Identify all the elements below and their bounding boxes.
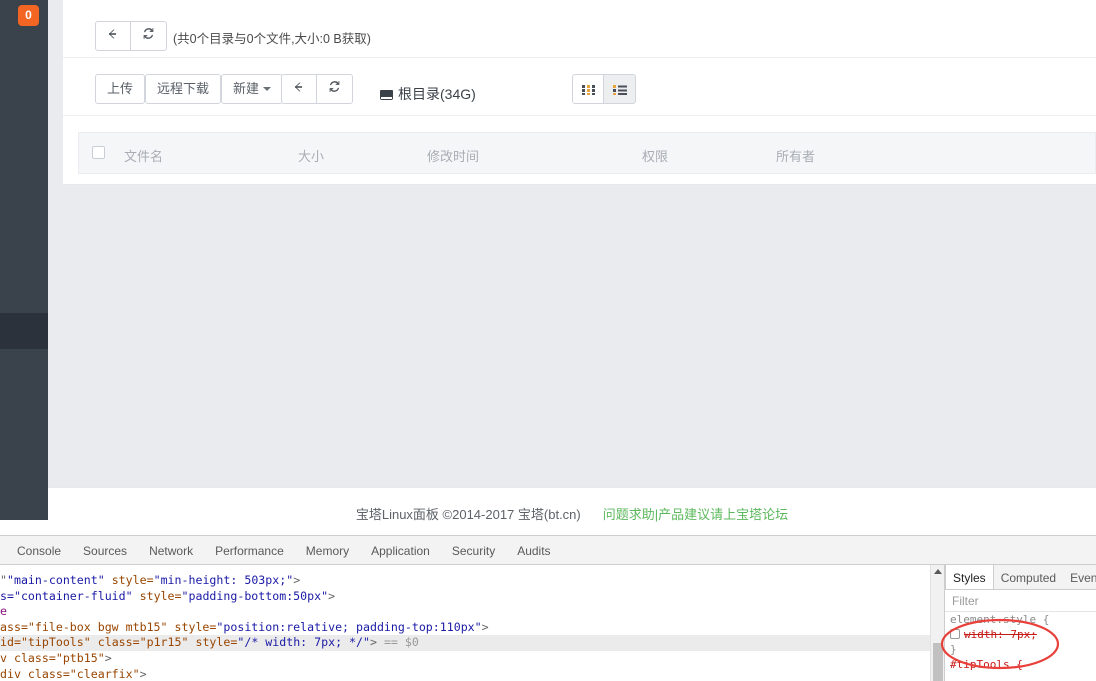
style-rule-tiptools: #tipTools { [950,658,1023,671]
footer-copyright: 宝塔Linux面板 ©2014-2017 宝塔(bt.cn) [355,507,581,522]
dom-line-selected[interactable]: id="tipTools" class="p1r15" style="/* wi… [0,635,930,651]
refresh-icon [143,28,154,39]
left-sidebar: 0 [0,0,48,535]
dom-line[interactable]: v class="ptb15"> [0,651,930,667]
dom-attr-style-value: "/* width: 7px; */" [237,635,370,650]
devtools-tabs: Console Sources Network Performance Memory Ap… [6,536,562,564]
dom-line[interactable]: ""main-content" style="min-height: 503px… [0,573,930,589]
browser-page: 0 (共0个目录与0个文件,大小:0 B获取) 上传 远程下载 新建 根目录(3… [0,0,1096,535]
styles-tab-event-listeners[interactable]: Event L [1063,565,1096,589]
dom-line[interactable]: div class="clearfix"> [0,667,930,681]
devtools-tab-memory[interactable]: Memory [295,536,360,564]
dom-attr-class: div class="clearfix" [0,666,140,681]
footer-inner: 宝塔Linux面板 ©2014-2017 宝塔(bt.cn) 问题求助|产品建议请… [48,504,1096,523]
dom-attr-class: v class="ptb15" [0,650,105,665]
sidebar-bottom-strip [0,520,48,535]
footer-forum-link[interactable]: 问题求助|产品建议请上宝塔论坛 [603,507,788,522]
dom-line[interactable]: s="container-fluid" style="padding-botto… [0,589,930,605]
column-header-mtime[interactable]: 修改时间 [427,146,479,165]
dom-attr-class: ass="file-box bgw mtb15" [0,619,168,634]
dom-selected-marker: == $0 [383,635,419,650]
dom-tree-pane[interactable]: ""main-content" style="min-height: 503px… [0,565,930,681]
style-rule-element-style: element.style { [950,613,1050,626]
toolbar-refresh-button[interactable] [317,74,353,104]
sidebar-badge[interactable]: 0 [18,5,39,26]
dom-line[interactable]: ass="file-box bgw mtb15" style="position… [0,620,930,636]
dom-attr-style: style= [111,573,154,587]
dom-attr-id: id="tipTools" [0,635,91,650]
upload-button[interactable]: 上传 [95,74,146,104]
devtools-panel: Console Sources Network Performance Memory Ap… [0,535,1096,681]
column-header-owner[interactable]: 所有者 [776,146,815,165]
main-content: (共0个目录与0个文件,大小:0 B获取) 上传 远程下载 新建 根目录(34G… [48,0,1096,535]
styles-pane: StylesComputedEvent L Filter element.sty… [944,565,1096,681]
sidebar-active-band [0,313,48,349]
dom-line-partial [0,565,70,573]
devtools-tab-application[interactable]: Application [360,536,441,564]
devtools-tab-console[interactable]: Console [6,536,72,564]
styles-tab-styles[interactable]: Styles [945,565,994,589]
tip-back-button[interactable] [95,21,131,51]
dom-attr-style-value: "position:relative; padding-top:110px" [216,619,482,634]
column-header-name[interactable]: 文件名 [124,146,163,165]
devtools-tab-network[interactable]: Network [138,536,204,564]
file-toolbar: 上传 远程下载 新建 根目录(34G) [63,58,1096,116]
column-header-perm[interactable]: 权限 [642,146,668,165]
devtools-scrollbar[interactable] [930,565,944,681]
arrow-left-icon [294,82,302,92]
remote-download-button[interactable]: 远程下载 [145,74,222,104]
devtools-tab-performance[interactable]: Performance [204,536,295,564]
style-enable-checkbox[interactable] [950,629,960,639]
list-view-icon [612,84,627,95]
style-declaration-text: width: 7px; [964,628,1037,641]
tip-button-group [95,21,167,51]
dom-attr-style: style= [174,619,217,634]
grid-view-icon [581,84,595,95]
dom-attr-main-content: "main-content" [6,573,105,587]
dom-attr-style-value: "min-height: 503px;" [153,573,294,587]
new-button-label: 新建 [233,81,260,96]
tip-refresh-button[interactable] [131,21,167,51]
style-rule-close-brace: } [950,643,957,656]
dom-attr-style: style= [139,588,182,603]
dom-attr-container-fluid: s="container-fluid" [0,588,133,603]
scrollbar-thumb[interactable] [933,643,943,681]
styles-tabbar: StylesComputedEvent L [945,565,1096,590]
dom-text-fragment: e [0,604,7,619]
tip-tools-row: (共0个目录与0个文件,大小:0 B获取) [63,0,1096,58]
page-footer: 宝塔Linux面板 ©2014-2017 宝塔(bt.cn) 问题求助|产品建议请… [48,487,1096,535]
devtools-tab-security[interactable]: Security [441,536,506,564]
column-header-size[interactable]: 大小 [298,146,324,165]
dom-line[interactable]: e [0,604,930,620]
current-path[interactable]: 根目录(34G) [380,84,476,104]
dom-line[interactable] [0,565,930,573]
styles-tab-computed[interactable]: Computed [994,565,1063,589]
arrow-left-icon [108,29,116,39]
toolbar-back-button[interactable] [281,74,317,104]
refresh-icon [329,81,340,92]
disk-icon [380,90,393,100]
view-toggle-group [572,74,636,104]
style-declaration-width[interactable]: width: 7px; [945,627,1096,642]
grid-view-button[interactable] [572,74,604,104]
current-path-label: 根目录(34G) [398,86,476,102]
new-button[interactable]: 新建 [221,74,284,104]
file-count-tip: (共0个目录与0个文件,大小:0 B获取) [173,32,371,46]
styles-filter-input[interactable]: Filter [945,590,1096,612]
chevron-down-icon [263,87,272,91]
devtools-tab-audits[interactable]: Audits [506,536,561,564]
devtools-tab-sources[interactable]: Sources [72,536,138,564]
dom-attr-class: class="p1r15" [97,635,189,650]
select-all-checkbox[interactable] [92,146,105,159]
devtools-tabbar: Console Sources Network Performance Memory Ap… [0,536,1096,565]
list-view-button[interactable] [604,74,636,104]
scroll-up-arrow-icon[interactable] [934,569,942,574]
toolbar-nav-group [281,74,353,104]
dom-attr-style: style= [195,635,238,650]
dom-attr-style-value: "padding-bottom:50px" [181,588,329,603]
file-box: (共0个目录与0个文件,大小:0 B获取) 上传 远程下载 新建 根目录(34G… [63,0,1096,185]
file-table-header: 文件名 大小 修改时间 权限 所有者 [78,132,1096,174]
